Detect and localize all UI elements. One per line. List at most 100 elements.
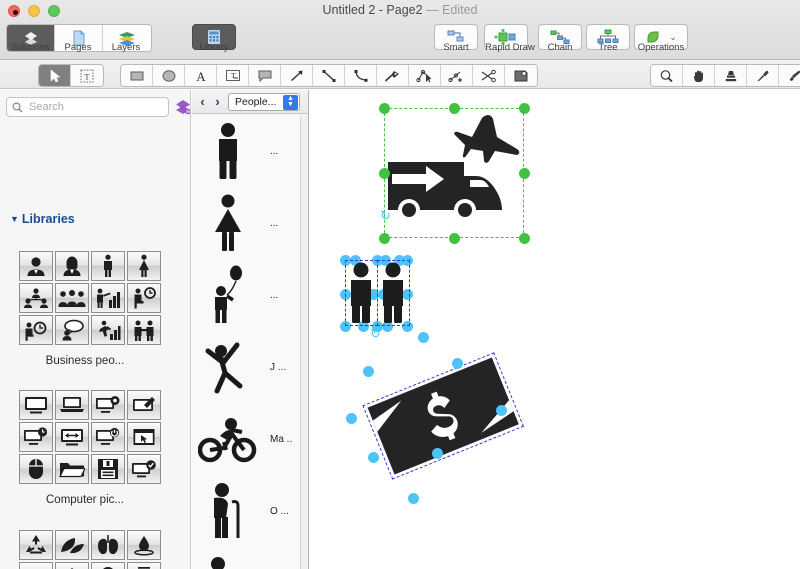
list-item[interactable]: ... (192, 259, 300, 331)
note-tool[interactable] (505, 65, 537, 86)
thumb-cfl-bulb[interactable] (127, 562, 161, 569)
resize-handle-top-right[interactable] (402, 255, 413, 266)
resize-handle-bottom-right[interactable] (518, 232, 530, 244)
drawing-canvas[interactable]: ↻ ↻ (310, 90, 800, 569)
thumb-desktop-monitor[interactable] (19, 390, 53, 420)
list-item[interactable]: J ... (192, 331, 300, 403)
resize-handle-bottom-left[interactable] (378, 232, 390, 244)
thumb-recycle[interactable] (19, 530, 53, 560)
thumb-org-team[interactable] (19, 283, 53, 313)
resize-handle-top-left[interactable] (378, 102, 390, 114)
rotate-handle-icon[interactable]: ↻ (380, 209, 392, 222)
resize-handle-bottom-center[interactable] (358, 321, 369, 332)
text-tool[interactable]: A (185, 65, 217, 86)
pointer-tool[interactable] (39, 65, 71, 86)
list-item[interactable]: ... (192, 115, 300, 187)
library-shapes-list[interactable]: ... ... ... J ... Ma .. O ... (192, 115, 300, 569)
libraries-header[interactable]: ▼ Libraries (10, 212, 75, 226)
resize-handle-top-center[interactable] (448, 102, 460, 114)
list-item[interactable]: Ma .. (192, 403, 300, 475)
callout-tool[interactable] (249, 65, 281, 86)
resize-handle-top-center[interactable] (372, 255, 383, 266)
resize-handle-middle-center-2[interactable] (378, 289, 389, 300)
library-panel-scrollbar[interactable] (300, 115, 308, 569)
resize-handle-middle-center[interactable] (368, 289, 379, 300)
thumb-window-cursor[interactable] (127, 422, 161, 452)
resize-handle-top-inner[interactable] (380, 255, 391, 266)
hand-tool[interactable] (683, 65, 715, 86)
line-tool[interactable] (313, 65, 345, 86)
ellipse-tool[interactable] (153, 65, 185, 86)
thumb-laptop[interactable] (55, 390, 89, 420)
thumb-team-group[interactable] (55, 283, 89, 313)
resize-handle-top-left-rot[interactable] (346, 413, 357, 424)
thumb-floppy-disk[interactable] (91, 454, 125, 484)
delivery-truck-plane-shape[interactable] (374, 100, 530, 246)
resize-handle-middle-right[interactable] (518, 167, 530, 179)
thumb-folder[interactable] (55, 454, 89, 484)
rectangle-tool[interactable] (121, 65, 153, 86)
resize-handle-bottom-center[interactable] (448, 232, 460, 244)
text-box-tool[interactable]: T (217, 65, 249, 86)
search-box[interactable] (6, 97, 169, 117)
thumb-waiting-clock[interactable] (127, 283, 161, 313)
resize-handle-bottom-left[interactable] (340, 321, 351, 332)
search-input[interactable] (27, 100, 157, 114)
zoom-tool[interactable] (651, 65, 683, 86)
thumb-faucet-drop[interactable] (19, 562, 53, 569)
thumb-desk-clock[interactable] (19, 315, 53, 345)
library-toggle-button[interactable] (174, 98, 190, 121)
library-group-computer-pictograms[interactable]: Computer pic... (19, 390, 171, 506)
thumb-leaves[interactable] (55, 530, 89, 560)
library-back-button[interactable]: ‹ (196, 93, 209, 111)
thumb-businessman-avatar[interactable] (19, 251, 53, 281)
resize-handle-middle-left[interactable] (378, 167, 390, 179)
thumb-eco-house[interactable] (55, 562, 89, 569)
disclosure-triangle-icon[interactable]: ▼ (10, 214, 19, 224)
library-group-ecology-pictograms[interactable]: Ecology pict... (19, 530, 171, 569)
resize-handle-middle-right[interactable] (402, 289, 413, 300)
eyedropper-tool[interactable] (747, 65, 779, 86)
thumb-monitor-power[interactable] (91, 422, 125, 452)
resize-handle-top-right[interactable] (518, 102, 530, 114)
scissors-tool[interactable] (473, 65, 505, 86)
thumb-monitor-check[interactable] (127, 454, 161, 484)
list-item[interactable]: O ... (192, 475, 300, 547)
resize-handle-middle-left-rot[interactable] (368, 452, 379, 463)
resize-handle-middle-right-rot[interactable] (452, 358, 463, 369)
marquee-text-tool[interactable]: T (71, 65, 103, 86)
resize-handle-bottom-right-rot[interactable] (496, 405, 507, 416)
thumb-monitor-clock[interactable] (19, 422, 53, 452)
add-point-tool[interactable] (441, 65, 473, 86)
thumb-water-drop[interactable] (127, 530, 161, 560)
library-group-business-people[interactable]: Business peo... (19, 251, 171, 367)
thumb-businesswoman-avatar[interactable] (55, 251, 89, 281)
resize-handle-top-center-2[interactable] (394, 255, 405, 266)
resize-handle-top-left[interactable] (350, 255, 361, 266)
thumb-runner-chart[interactable] (91, 315, 125, 345)
edit-points-tool[interactable] (409, 65, 441, 86)
resize-handle-bottom-center-rot[interactable] (432, 448, 443, 459)
resize-handle-top-right-rot[interactable] (418, 332, 429, 343)
arrow-tool[interactable] (281, 65, 313, 86)
stamp-tool[interactable] (715, 65, 747, 86)
two-people-group-shape[interactable] (343, 260, 413, 330)
resize-handle-top-center-rot[interactable] (363, 366, 374, 377)
thumb-presenter-chart[interactable] (91, 283, 125, 313)
resize-handle-bottom-inner[interactable] (382, 321, 393, 332)
list-item[interactable]: Ma .. (192, 547, 300, 569)
curve-tool[interactable] (345, 65, 377, 86)
resize-handle-middle-left[interactable] (340, 289, 351, 300)
thumb-monitor-settings[interactable] (91, 390, 125, 420)
thumb-handshake-pair[interactable] (127, 315, 161, 345)
resize-handle-bottom-center-2[interactable] (372, 321, 383, 332)
paintbrush-tool[interactable] (779, 65, 800, 86)
library-forward-button[interactable]: › (211, 93, 224, 111)
thumb-lungs[interactable] (91, 530, 125, 560)
list-item[interactable]: ... (192, 187, 300, 259)
thumb-tablet-pen[interactable] (127, 390, 161, 420)
library-selector-popup[interactable]: People... ▲ ▼ (228, 92, 300, 111)
pen-tool[interactable] (377, 65, 409, 86)
resize-handle-top-left-outer[interactable] (340, 255, 351, 266)
thumb-man-suit[interactable] (91, 251, 125, 281)
